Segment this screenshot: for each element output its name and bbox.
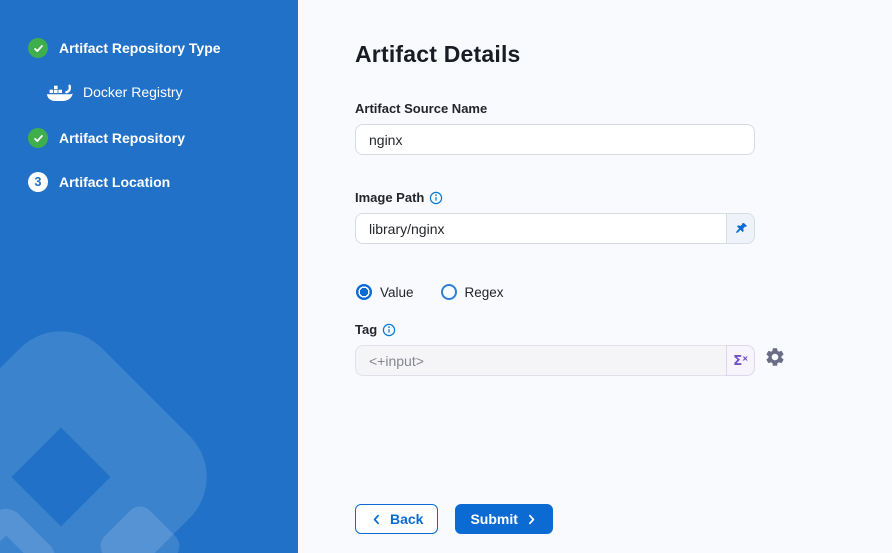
docker-whale-icon xyxy=(46,83,73,102)
gear-icon xyxy=(764,346,786,368)
info-icon[interactable] xyxy=(429,191,443,205)
step-artifact-repository[interactable]: Artifact Repository xyxy=(28,128,185,148)
radio-value-label: Value xyxy=(380,285,414,300)
tag-input xyxy=(355,345,726,376)
info-icon[interactable] xyxy=(382,323,396,337)
radio-regex[interactable]: Regex xyxy=(441,284,504,300)
back-button-label: Back xyxy=(390,511,423,527)
check-circle-icon xyxy=(28,128,48,148)
image-path-input[interactable] xyxy=(355,213,726,244)
tag-label: Tag xyxy=(355,322,377,337)
tag-settings-button[interactable] xyxy=(763,346,787,370)
step-label: Artifact Repository Type xyxy=(59,40,221,56)
page-title: Artifact Details xyxy=(355,41,521,68)
tag-field: Tag Σˣ xyxy=(355,322,755,376)
wizard-actions: Back Submit xyxy=(355,504,553,534)
pin-icon xyxy=(733,221,749,237)
substep-docker-registry[interactable]: Docker Registry xyxy=(46,82,183,102)
radio-selected-icon xyxy=(356,284,372,300)
step-artifact-location[interactable]: 3 Artifact Location xyxy=(28,172,170,192)
artifact-details-panel: Artifact Details Artifact Source Name Im… xyxy=(298,0,892,553)
chevron-left-icon xyxy=(370,513,383,526)
artifact-source-name-label: Artifact Source Name xyxy=(355,101,755,116)
image-path-label: Image Path xyxy=(355,190,424,205)
radio-unselected-icon xyxy=(441,284,457,300)
image-path-field: Image Path xyxy=(355,190,755,244)
expression-input-button[interactable]: Σˣ xyxy=(726,345,755,376)
artifact-source-name-input[interactable] xyxy=(355,124,755,155)
wizard-steps-sidebar: Artifact Repository Type Docker Registry xyxy=(0,0,298,553)
radio-value[interactable]: Value xyxy=(356,284,414,300)
sigma-expression-icon: Σˣ xyxy=(733,353,748,369)
tag-type-radio-group: Value Regex xyxy=(356,284,504,300)
radio-regex-label: Regex xyxy=(465,285,504,300)
back-button[interactable]: Back xyxy=(355,504,438,534)
step-number-badge: 3 xyxy=(28,172,48,192)
substep-label: Docker Registry xyxy=(83,84,183,100)
check-circle-icon xyxy=(28,38,48,58)
runtime-input-pin-button[interactable] xyxy=(726,213,755,244)
artifact-wizard: Artifact Repository Type Docker Registry xyxy=(0,0,892,553)
submit-button[interactable]: Submit xyxy=(455,504,552,534)
chevron-right-icon xyxy=(525,513,538,526)
harness-logo-watermark xyxy=(0,307,231,553)
step-artifact-repository-type[interactable]: Artifact Repository Type xyxy=(28,38,221,58)
step-label: Artifact Repository xyxy=(59,130,185,146)
submit-button-label: Submit xyxy=(470,511,517,527)
step-label: Artifact Location xyxy=(59,174,170,190)
artifact-source-name-field: Artifact Source Name xyxy=(355,101,755,155)
